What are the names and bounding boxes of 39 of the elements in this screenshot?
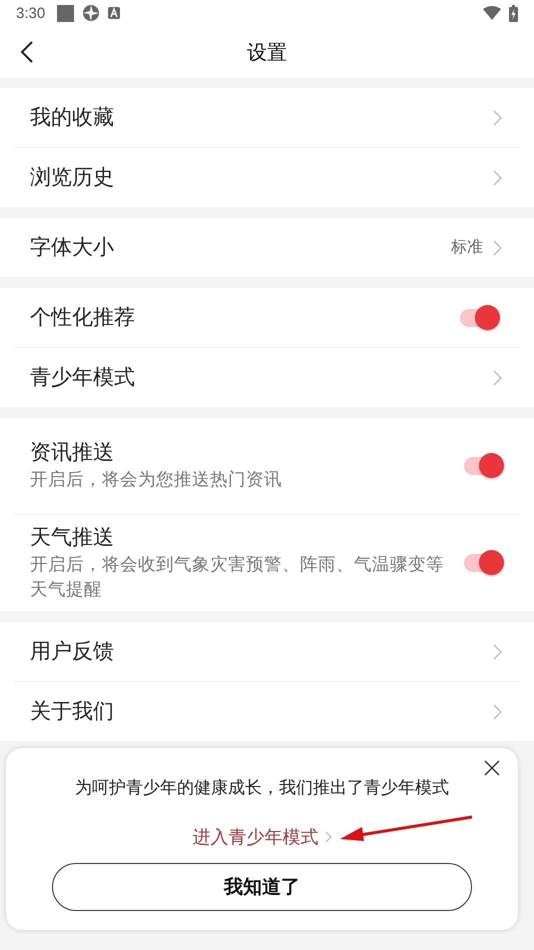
got-it-button[interactable]: 我知道了 <box>52 863 472 911</box>
chevron-icon <box>493 170 502 186</box>
close-button[interactable] <box>484 760 500 776</box>
popup-message: 为呵护青少年的健康成长，我们推出了青少年模式 <box>75 777 449 799</box>
row-label: 用户反馈 <box>30 638 115 665</box>
settings-row[interactable]: 资讯推送 开启后，将会为您推送热门资讯 <box>14 418 520 515</box>
settings-row[interactable]: 用户反馈 <box>14 622 520 682</box>
chevron-icon <box>493 644 502 660</box>
settings-row[interactable]: 我的收藏 <box>14 88 520 148</box>
settings-row[interactable]: 青少年模式 <box>14 348 520 407</box>
row-label: 天气推送 <box>30 524 115 551</box>
wifi-icon <box>483 6 501 20</box>
chevron-icon <box>493 240 502 256</box>
row-description: 开启后，将会收到气象灾害预警、阵雨、气温骤变等天气提醒 <box>30 554 445 602</box>
enter-mode-link[interactable]: 进入青少年模式 <box>192 825 318 849</box>
chevron-icon <box>493 370 502 386</box>
settings-row[interactable]: 个性化推荐 <box>14 288 520 348</box>
row-label: 关于我们 <box>30 698 115 725</box>
pinwheel-icon <box>82 4 100 22</box>
chevron-icon <box>324 831 332 843</box>
settings-row[interactable]: 天气推送 开启后，将会收到气象灾害预警、阵雨、气温骤变等天气提醒 <box>14 515 520 611</box>
row-label: 资讯推送 <box>30 439 115 466</box>
notification-icon <box>57 4 74 22</box>
chevron-icon <box>493 704 502 720</box>
row-label: 字体大小 <box>30 234 115 261</box>
row-description: 开启后，将会为您推送热门资讯 <box>30 469 283 492</box>
chevron-icon <box>493 110 502 126</box>
app-icon <box>108 7 120 19</box>
settings-row[interactable]: 浏览历史 <box>14 148 520 207</box>
row-label: 我的收藏 <box>30 104 115 131</box>
battery-icon <box>509 4 518 22</box>
row-label: 浏览历史 <box>30 164 115 191</box>
row-value: 标准 <box>451 237 483 258</box>
settings-row[interactable]: 关于我们 <box>14 682 520 741</box>
row-label: 青少年模式 <box>30 364 136 391</box>
row-label: 个性化推荐 <box>30 304 136 331</box>
back-button[interactable] <box>20 40 34 64</box>
status-time: 3:30 <box>16 4 46 22</box>
page-title: 设置 <box>247 38 287 66</box>
